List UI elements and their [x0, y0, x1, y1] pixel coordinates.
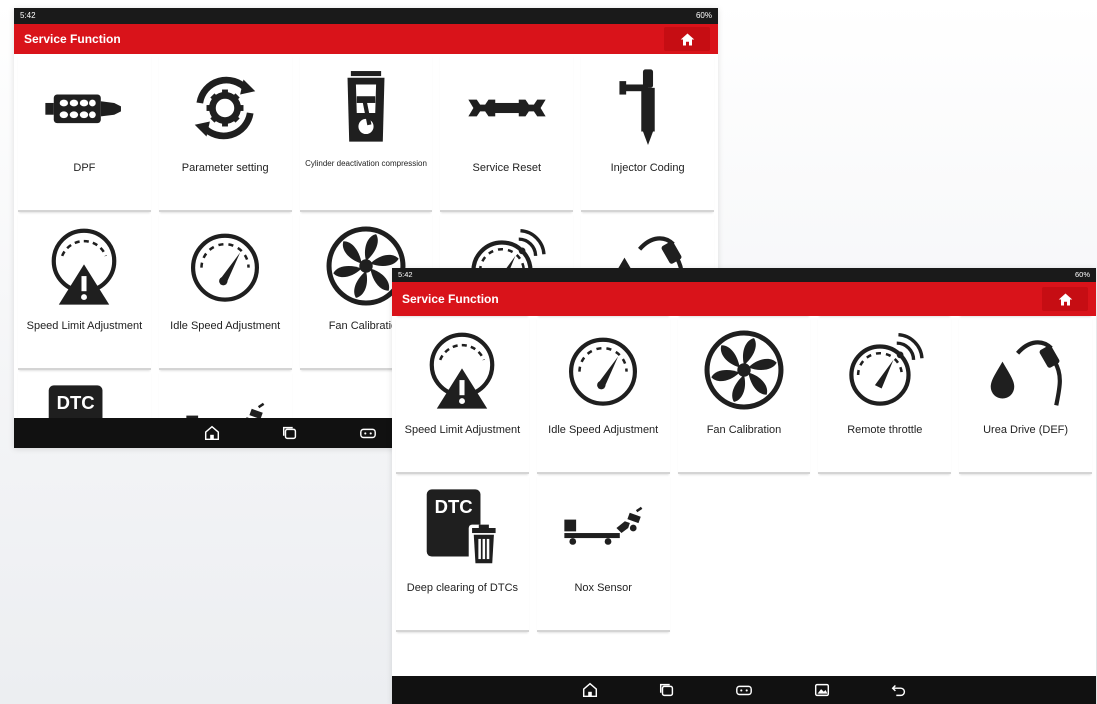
function-tile-label: Speed Limit Adjustment: [26, 320, 143, 332]
function-tile-label: Nox Sensor: [574, 582, 632, 594]
dpf-icon: [42, 66, 126, 150]
function-tile-label: Idle Speed Adjustment: [170, 320, 281, 332]
home-icon: [680, 33, 694, 45]
home-button[interactable]: [1042, 287, 1088, 311]
injector-icon: [606, 66, 690, 150]
wrench-icon: [465, 66, 549, 150]
title-bar: Service Function: [392, 282, 1096, 316]
speed-limit-icon: [42, 224, 126, 308]
function-tile-dtc[interactable]: DTC Deep clearing of DTCs: [396, 474, 529, 632]
nav-bar: [392, 676, 1096, 704]
status-time: 5:42: [20, 11, 36, 20]
status-battery: 60%: [695, 11, 712, 20]
back-icon[interactable]: [889, 680, 909, 700]
function-tile-speed-limit[interactable]: Speed Limit Adjustment: [18, 212, 151, 370]
function-tile-cylinder[interactable]: Cylinder deactivation compression: [299, 54, 433, 212]
function-tile-label: Parameter setting: [181, 162, 269, 174]
status-bar: 5:42 60%: [14, 8, 718, 24]
function-tile-nox-sensor[interactable]: Nox Sensor: [536, 474, 670, 632]
home-icon: [1058, 293, 1072, 305]
function-tile-label: Fan Calibration: [706, 424, 782, 436]
function-tile-label: DPF: [73, 162, 96, 174]
function-tile-fan[interactable]: Fan Calibration: [677, 316, 811, 474]
status-battery: 60%: [1074, 270, 1090, 279]
recents-icon[interactable]: [657, 680, 677, 700]
function-tile-remote-throttle[interactable]: Remote throttle: [818, 316, 952, 474]
function-tile-urea[interactable]: Urea Drive (DEF): [959, 316, 1092, 474]
remote-throttle-icon: [843, 328, 927, 412]
speed-limit-icon: [420, 328, 504, 412]
cylinder-icon: [324, 66, 408, 150]
urea-icon: [984, 328, 1068, 412]
function-tile-speed-limit[interactable]: Speed Limit Adjustment: [396, 316, 529, 474]
function-tile-label: Service Reset: [472, 162, 542, 174]
function-tile-label: Deep clearing of DTCs: [406, 582, 519, 594]
screenshot-icon[interactable]: [812, 680, 832, 700]
page-title: Service Function: [402, 292, 499, 306]
function-tile-dpf[interactable]: DPF: [18, 54, 151, 212]
function-tile-label: Urea Drive (DEF): [983, 424, 1069, 436]
front-screenshot: DPFParameter settingCylinder deactivatio…: [392, 268, 1096, 704]
dtc-text: DTC: [57, 392, 95, 413]
recents-icon[interactable]: [280, 423, 300, 443]
vci-icon[interactable]: [358, 423, 378, 443]
function-tile-gauge[interactable]: Idle Speed Adjustment: [158, 212, 292, 370]
function-tile-label: Idle Speed Adjustment: [548, 424, 659, 436]
vci-icon[interactable]: [734, 680, 754, 700]
function-tile-label: Remote throttle: [847, 424, 923, 436]
home-nav-icon[interactable]: [580, 680, 600, 700]
gauge-icon: [183, 224, 267, 308]
gauge-icon: [561, 328, 645, 412]
status-bar: 5:42 60%: [392, 268, 1096, 282]
function-tile-gauge[interactable]: Idle Speed Adjustment: [536, 316, 670, 474]
dtc-icon: DTC: [420, 486, 504, 570]
function-tile-label: Cylinder deactivation compression: [305, 159, 427, 168]
function-tile-parameter-setting[interactable]: Parameter setting: [158, 54, 292, 212]
home-nav-icon[interactable]: [202, 423, 222, 443]
function-tile-label: Injector Coding: [610, 162, 685, 174]
home-button[interactable]: [664, 27, 710, 51]
status-time: 5:42: [398, 270, 413, 279]
function-tile-label: Speed Limit Adjustment: [404, 424, 521, 436]
parameter-setting-icon: [183, 66, 267, 150]
fan-icon: [702, 328, 786, 412]
nox-sensor-icon: [561, 486, 645, 570]
dtc-text: DTC: [435, 496, 473, 517]
function-grid: DPFParameter settingCylinder deactivatio…: [392, 268, 1096, 632]
title-bar: Service Function: [14, 24, 718, 54]
function-tile-injector[interactable]: Injector Coding: [581, 54, 714, 212]
page-title: Service Function: [24, 32, 121, 46]
function-tile-wrench[interactable]: Service Reset: [440, 54, 574, 212]
